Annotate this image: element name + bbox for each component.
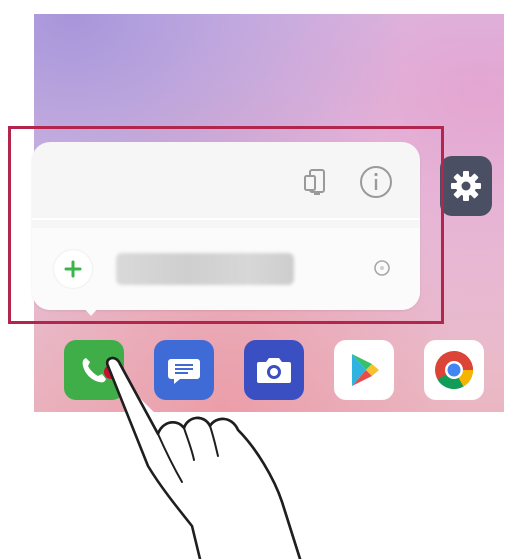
illustration (0, 0, 518, 559)
tap-hand-icon (105, 356, 302, 559)
chrome-icon (435, 351, 474, 390)
play-store-icon (352, 354, 379, 386)
play-store-app-icon[interactable] (334, 340, 394, 400)
chrome-app-icon[interactable] (424, 340, 484, 400)
highlight-frame (8, 126, 444, 324)
settings-app-icon[interactable] (440, 156, 492, 216)
gear-icon (451, 171, 481, 201)
